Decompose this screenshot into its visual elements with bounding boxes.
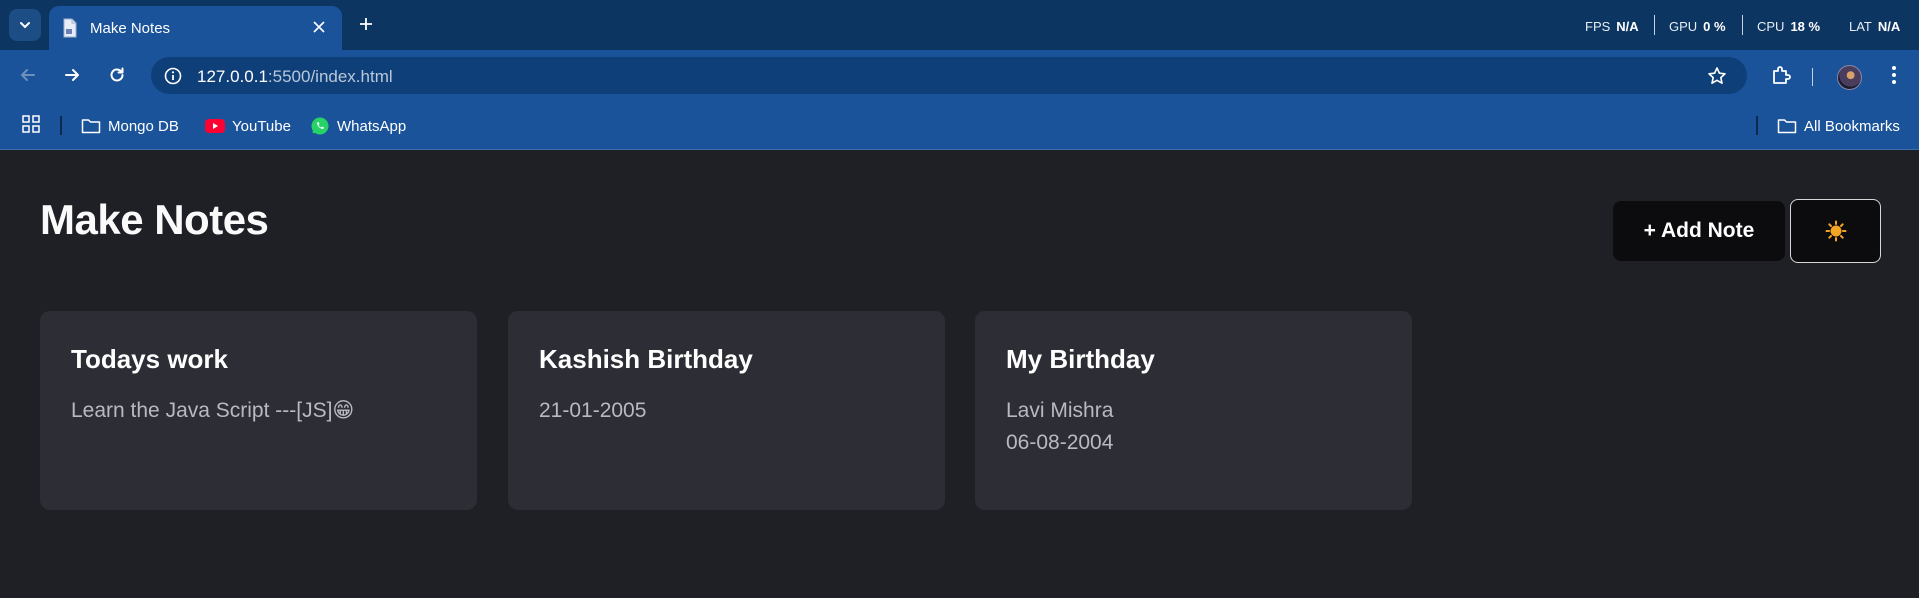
- bookmarks-divider: [60, 116, 62, 135]
- note-body: Learn the Java Script ---[JS]😁: [71, 399, 355, 422]
- url-text: 127.0.0.1:5500/index.html: [197, 67, 393, 86]
- page-content: Make Notes + Add Note Todays work Learn …: [0, 151, 1919, 598]
- tab-title: Make Notes: [90, 20, 171, 37]
- apps-grid-icon: [22, 115, 40, 133]
- plus-icon: [360, 18, 372, 30]
- close-tab-button[interactable]: [308, 16, 330, 38]
- star-icon: [1708, 67, 1726, 84]
- tab-search-button[interactable]: [9, 9, 41, 41]
- page-file-icon: [63, 18, 77, 38]
- profile-avatar[interactable]: [1837, 65, 1862, 90]
- new-tab-button[interactable]: [351, 9, 381, 39]
- note-card[interactable]: Todays work Learn the Java Script ---[JS…: [40, 311, 477, 510]
- folder-icon: [81, 119, 101, 134]
- add-note-button[interactable]: + Add Note: [1613, 201, 1785, 261]
- gpu-readout: GPU 0 %: [1669, 19, 1726, 34]
- sun-icon: [1825, 220, 1846, 242]
- site-info-button[interactable]: [161, 64, 185, 88]
- back-button[interactable]: [12, 59, 44, 91]
- toolbar-divider: [1812, 68, 1813, 86]
- apps-button[interactable]: [22, 115, 40, 138]
- youtube-icon: [205, 119, 225, 133]
- extensions-button[interactable]: [1765, 59, 1797, 91]
- bookmark-whatsapp[interactable]: WhatsApp: [310, 116, 406, 136]
- forward-button[interactable]: [56, 59, 88, 91]
- folder-icon: [1777, 119, 1797, 134]
- more-vertical-icon: [1892, 66, 1896, 84]
- tab-strip: Make Notes FPS N/A GPU 0 % CPU 18 % LAT N/A: [0, 0, 1919, 50]
- bookmark-youtube[interactable]: YouTube: [205, 116, 291, 136]
- bookmarks-divider: [1756, 116, 1758, 135]
- all-bookmarks-button[interactable]: All Bookmarks: [1777, 116, 1900, 136]
- note-title: My Birthday: [1006, 344, 1155, 374]
- fps-readout: FPS N/A: [1585, 19, 1639, 34]
- browser-menu-button[interactable]: [1878, 59, 1910, 91]
- note-card[interactable]: My Birthday Lavi Mishra 06-08-2004: [975, 311, 1412, 510]
- cpu-readout: CPU 18 %: [1757, 19, 1821, 34]
- note-card[interactable]: Kashish Birthday 21-01-2005: [508, 311, 945, 510]
- note-title: Kashish Birthday: [539, 344, 753, 374]
- address-bar[interactable]: 127.0.0.1:5500/index.html: [151, 57, 1747, 94]
- theme-toggle-button[interactable]: [1790, 199, 1881, 263]
- arrow-left-icon: [21, 69, 35, 81]
- page-title: Make Notes: [40, 196, 269, 243]
- close-icon: [313, 21, 325, 33]
- active-tab[interactable]: Make Notes: [49, 6, 342, 50]
- reload-button[interactable]: [101, 59, 133, 91]
- perf-divider: [1742, 15, 1743, 35]
- whatsapp-icon: [311, 117, 329, 135]
- note-title: Todays work: [71, 344, 229, 374]
- note-body: Lavi Mishra 06-08-2004: [1006, 399, 1114, 454]
- reload-icon: [110, 67, 124, 82]
- perf-divider: [1654, 15, 1655, 35]
- info-icon: [164, 67, 182, 85]
- puzzle-icon: [1773, 66, 1791, 84]
- bookmark-star-button[interactable]: [1705, 64, 1729, 88]
- browser-toolbar: 127.0.0.1:5500/index.html: [0, 50, 1919, 100]
- chevron-down-icon: [20, 22, 30, 29]
- lat-readout: LAT N/A: [1849, 19, 1901, 34]
- bookmark-mongo-db[interactable]: Mongo DB: [81, 116, 179, 136]
- arrow-right-icon: [65, 69, 79, 81]
- note-body: 21-01-2005: [539, 399, 647, 422]
